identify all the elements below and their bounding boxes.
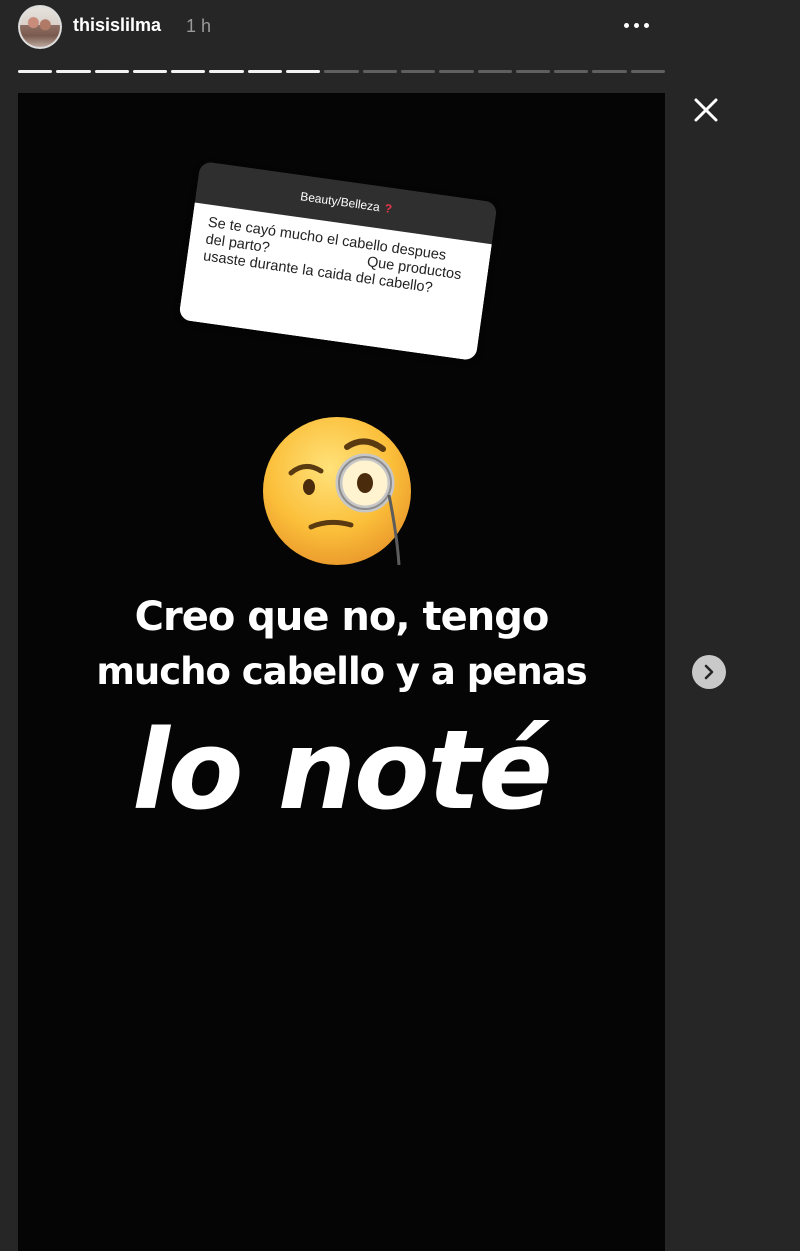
monocle-face-emoji	[263, 417, 411, 566]
username[interactable]: thisislilma	[73, 15, 161, 36]
progress-segment	[324, 70, 359, 73]
progress-segment	[439, 70, 474, 73]
progress-segment	[286, 70, 321, 73]
progress-segment	[171, 70, 206, 73]
answer-line-1: Creo que no, tengo	[134, 594, 550, 640]
answer-emphasis: lo noté	[132, 706, 553, 834]
next-story-button[interactable]	[692, 655, 726, 689]
answer-text: Creo que no, tengo mucho cabello y a pen…	[18, 589, 665, 835]
progress-segment	[18, 70, 53, 73]
story-header: thisislilma 1 h	[0, 0, 665, 60]
story-progress-bar	[18, 70, 666, 74]
progress-segment	[554, 70, 589, 73]
timestamp: 1 h	[186, 16, 212, 36]
progress-segment	[132, 70, 168, 73]
progress-segment	[515, 70, 551, 73]
question-sticker-title: Beauty/Belleza	[299, 189, 381, 215]
more-options-icon[interactable]	[620, 14, 654, 38]
progress-segment	[247, 70, 283, 73]
question-mark-icon: ?	[383, 201, 393, 216]
progress-segment	[94, 70, 129, 73]
progress-segment	[477, 70, 512, 73]
close-icon[interactable]	[690, 94, 722, 126]
progress-segment	[400, 70, 436, 73]
progress-segment	[56, 70, 91, 73]
progress-segment	[592, 70, 627, 73]
chevron-right-icon	[704, 664, 714, 680]
answer-line-2: mucho cabello y a penas	[96, 650, 587, 693]
story-content[interactable]: Beauty/Belleza ? Se te cayó mucho el cab…	[18, 93, 665, 1251]
progress-segment	[209, 70, 244, 73]
question-sticker: Beauty/Belleza ? Se te cayó mucho el cab…	[178, 160, 498, 362]
progress-segment	[362, 70, 397, 73]
avatar[interactable]	[18, 5, 62, 49]
progress-segment	[630, 70, 666, 73]
